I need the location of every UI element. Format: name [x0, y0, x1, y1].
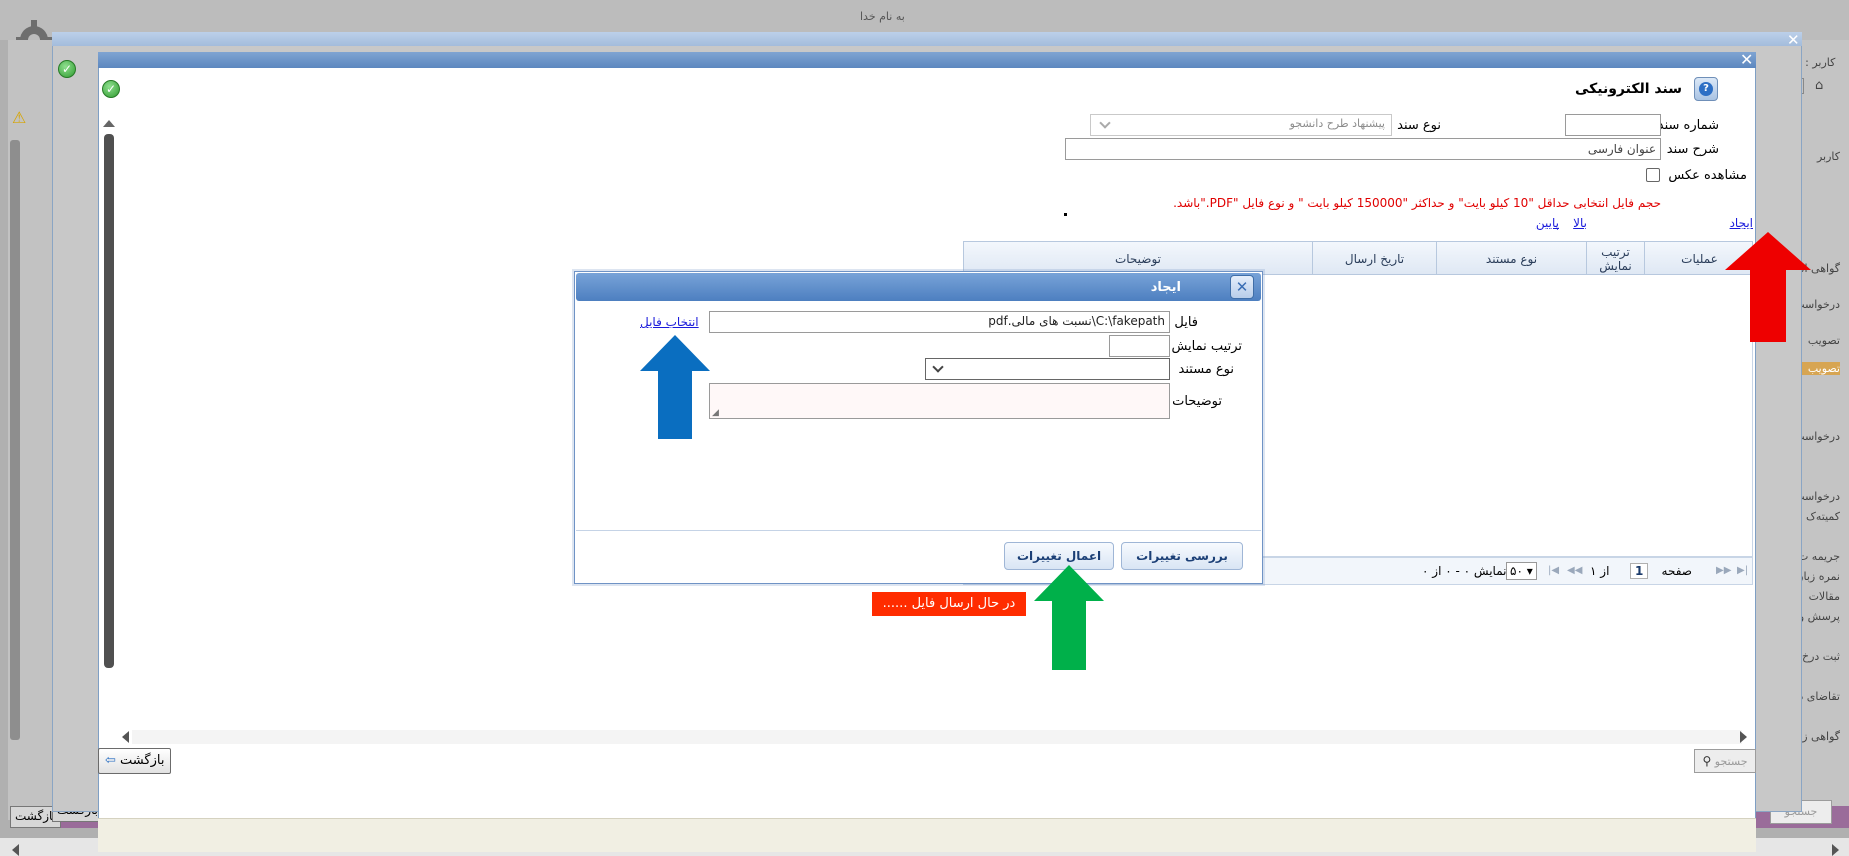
red-arrow-annotation-icon — [1725, 232, 1811, 342]
chevron-down-icon — [932, 361, 944, 373]
scroll-left-icon[interactable] — [122, 731, 129, 743]
back-button[interactable]: ⇦ بازگشت — [98, 748, 172, 774]
page-label: صفحه — [1661, 564, 1692, 578]
grid-header-send-date[interactable]: تاریخ ارسال — [1312, 242, 1436, 276]
back-button-label: بازگشت — [120, 753, 165, 768]
file-label: فایل — [1174, 315, 1198, 330]
header-bismillah: به نام خدا — [860, 10, 905, 23]
resize-handle-icon[interactable]: ◢ — [712, 408, 719, 418]
warning-icon: ⚠ — [12, 108, 27, 127]
binoculars-icon: ⚲ — [1702, 754, 1712, 768]
sub-desc-textarea[interactable]: ◢ — [709, 383, 1170, 419]
page-number-input[interactable]: 1 — [1630, 563, 1649, 579]
outer-window-titlebar — [52, 32, 1802, 46]
sub-desc-label: توضیحات — [1172, 394, 1222, 409]
up-link[interactable]: بالا — [1573, 216, 1587, 230]
doc-desc-input[interactable] — [1065, 138, 1661, 160]
background-left-scrollbar[interactable] — [10, 140, 20, 740]
choose-file-link[interactable]: انتخاب فایل — [640, 315, 699, 329]
scroll-left-icon[interactable] — [12, 844, 19, 856]
search-button-label: جستجو — [1714, 755, 1748, 768]
create-dialog-separator — [576, 530, 1261, 531]
sending-status-badge: در حال ارسال فایل ...... — [872, 592, 1026, 616]
review-changes-button[interactable]: بررسی تغییرات — [1121, 542, 1243, 570]
sub-doc-type-select[interactable] — [925, 358, 1170, 380]
dialog-footer — [98, 818, 1756, 852]
file-warning-text: حجم فایل انتخابی حداقل "10 کیلو بایت" و … — [1173, 196, 1661, 210]
page-size-value: ۵۰ — [1510, 564, 1523, 578]
vertical-scrollbar-thumb[interactable] — [104, 134, 114, 668]
search-button[interactable]: ⚲ جستجو — [1694, 749, 1756, 773]
next-page-icon[interactable]: ▶▶ — [1716, 565, 1731, 576]
doc-type-select[interactable]: پیشنهاد طرح دانشجو — [1090, 114, 1392, 136]
sub-doc-type-label: نوع مستند — [1178, 362, 1234, 377]
chevron-down-icon — [1099, 117, 1111, 129]
doc-desc-label: شرح سند — [1666, 142, 1719, 157]
ok-icon[interactable]: ✓ — [102, 80, 120, 98]
doc-type-label: نوع سند — [1397, 118, 1441, 133]
dialog-close-icon[interactable]: ✕ — [1740, 50, 1753, 69]
blue-arrow-annotation-icon — [640, 335, 710, 439]
document-dialog-titlebar — [98, 52, 1756, 68]
create-dialog-close-icon[interactable]: ✕ — [1230, 275, 1254, 299]
home-icon[interactable]: ⌂ — [1815, 78, 1823, 93]
help-icon[interactable]: ? — [1694, 77, 1718, 101]
scroll-up-icon[interactable] — [103, 120, 115, 127]
order-input[interactable] — [1109, 335, 1170, 357]
prev-page-icon[interactable]: ◀◀ — [1567, 565, 1582, 576]
doc-type-value: پیشنهاد طرح دانشجو — [1289, 117, 1385, 130]
file-path-input[interactable]: C:\fakepath\نسبت های مالی.pdf — [709, 311, 1170, 333]
view-photo-checkbox[interactable] — [1646, 168, 1660, 182]
back-label: بازگشت — [15, 809, 56, 823]
down-link[interactable]: پایین — [1536, 216, 1559, 230]
horizontal-scrollbar[interactable] — [132, 730, 1742, 744]
create-dialog-title: ایجاد — [1150, 280, 1181, 295]
grid-header-order[interactable]: ترتیب نمایش — [1586, 242, 1644, 276]
back-arrow-icon: ⇦ — [105, 753, 116, 768]
page-size-select[interactable]: ۵۰ ▾ — [1506, 562, 1537, 580]
documents-grid-header: عملیات ترتیب نمایش نوع مستند تاریخ ارسال… — [963, 241, 1753, 276]
grid-header-doc-type[interactable]: نوع مستند — [1436, 242, 1586, 276]
first-page-icon[interactable]: ▶| — [1737, 565, 1748, 576]
scroll-right-icon[interactable] — [1740, 731, 1747, 743]
background-ok-icon: ✓ — [58, 60, 76, 78]
pager-display-text: نمایش ۰ - ۰ از ۰ — [1422, 564, 1507, 578]
doc-number-label: شماره سند — [1657, 118, 1719, 133]
create-link[interactable]: ایجاد — [1730, 216, 1753, 230]
outer-close-icon[interactable]: ✕ — [1787, 31, 1800, 49]
order-label: ترتیب نمایش — [1171, 339, 1242, 354]
doc-number-input[interactable] — [1565, 114, 1661, 136]
dot-marker — [1064, 213, 1067, 216]
dialog-title: سند الکترونیکی — [1574, 81, 1682, 97]
scroll-right-icon[interactable] — [1832, 844, 1839, 856]
last-page-icon[interactable]: |◀ — [1548, 565, 1559, 576]
page-of-label: از ۱ — [1590, 564, 1610, 578]
green-arrow-annotation-icon — [1034, 565, 1104, 670]
view-photo-label: مشاهده عکس — [1668, 168, 1747, 183]
